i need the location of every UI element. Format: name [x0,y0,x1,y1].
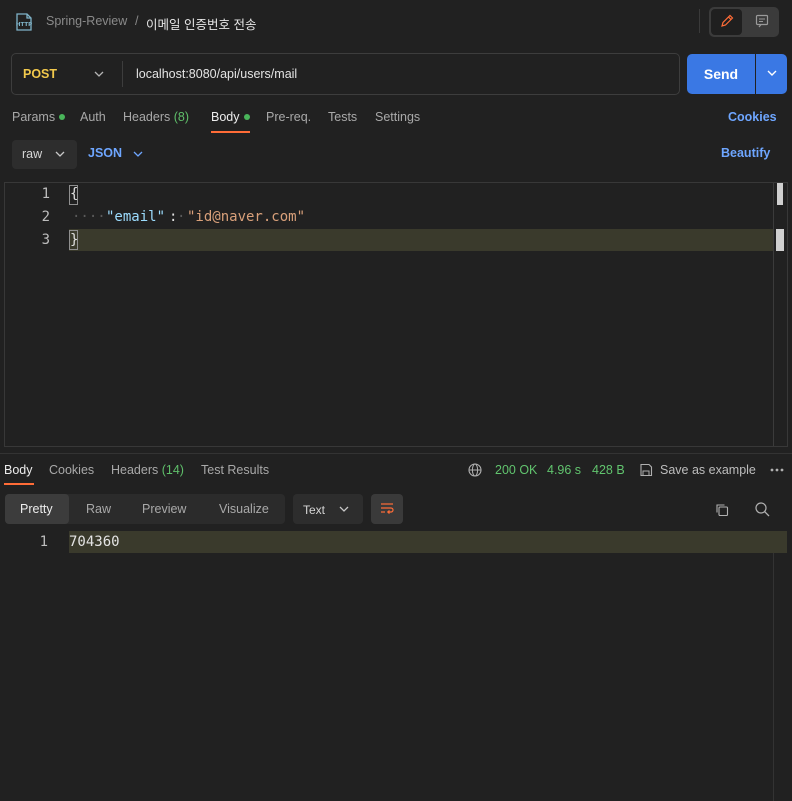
url-divider [122,61,123,87]
line-number: 2 [41,209,50,225]
view-tab-pretty[interactable]: Pretty [20,502,53,516]
request-title[interactable]: 이메일 인증번호 전송 [146,14,256,33]
method-select[interactable]: POST [23,67,57,81]
send-button[interactable]: Send [687,54,755,94]
edit-mode-button[interactable] [711,9,742,35]
line-number: 1 [41,186,50,202]
wrap-lines-icon [379,500,395,519]
scrollbar-cursor-marker [776,229,784,251]
cookies-link[interactable]: Cookies [728,110,777,124]
comment-icon [754,13,770,32]
editor-scrollbar-track [773,183,774,446]
chevron-down-icon[interactable] [93,68,105,83]
chevron-down-icon [338,503,350,518]
response-tab-cookies[interactable]: Cookies [49,463,94,477]
json-key: "email" [106,209,166,225]
format-label: Text [303,503,326,517]
response-tab-headers[interactable]: Headers (14) [111,463,184,477]
pencil-icon [719,13,735,32]
body-mode-label: raw [22,147,43,161]
request-header: HTTP Spring-Review / 이메일 인증번호 전송 [0,0,792,44]
indent-whitespace: ···· [72,209,106,225]
search-icon[interactable] [754,501,771,521]
response-content: 704360 [69,534,120,550]
http-file-icon: HTTP [14,12,34,32]
breadcrumb-collection[interactable]: Spring-Review [46,14,127,28]
view-tab-visualize[interactable]: Visualize [219,502,269,516]
copy-icon[interactable] [714,502,730,521]
url-bar [11,53,680,95]
tab-settings[interactable]: Settings [375,110,420,124]
response-line-number: 1 [39,534,48,550]
active-tab-indicator [211,131,250,133]
response-tab-test-results[interactable]: Test Results [201,463,269,477]
json-value: "id@naver.com" [187,209,306,225]
code-open-brace: { [70,186,79,202]
tab-tests[interactable]: Tests [328,110,357,124]
globe-icon[interactable] [467,462,483,481]
response-divider [0,453,792,454]
chevron-down-icon [54,148,66,163]
chevron-down-icon [766,67,778,82]
line-number: 3 [41,232,50,248]
current-line-highlight [69,229,774,251]
view-tab-raw[interactable]: Raw [86,502,111,516]
breadcrumb-separator: / [135,14,139,28]
tab-body[interactable]: Body [211,110,250,124]
beautify-button[interactable]: Beautify [721,146,770,160]
response-time[interactable]: 4.96 s [547,463,581,477]
tab-params[interactable]: Params [12,110,66,124]
comment-mode-button[interactable] [746,9,777,35]
header-divider [699,9,700,33]
more-options-icon[interactable] [769,462,785,481]
status-code[interactable]: 200 OK [495,463,537,477]
language-select[interactable]: JSON [88,146,122,160]
editor-scrollbar-thumb[interactable] [777,183,783,205]
chevron-down-icon[interactable] [132,148,144,163]
send-options-button[interactable] [756,54,787,94]
body-dot [243,114,250,120]
response-line-highlight [69,531,787,553]
view-tab-preview[interactable]: Preview [142,502,186,516]
save-icon[interactable] [638,462,654,481]
response-size[interactable]: 428 B [592,463,625,477]
params-dot [59,114,66,120]
svg-text:HTTP: HTTP [16,22,32,28]
tab-headers[interactable]: Headers (8) [123,110,189,124]
response-tab-body[interactable]: Body [4,463,33,477]
save-as-example-button[interactable]: Save as example [660,463,756,477]
send-label: Send [703,66,739,82]
wrap-lines-button[interactable] [371,494,403,524]
url-input[interactable]: localhost:8080/api/users/mail [136,67,297,81]
code-close-brace: } [70,232,79,248]
active-response-tab-indicator [4,483,34,485]
tab-pre-request[interactable]: Pre-req. [266,110,311,124]
tab-auth[interactable]: Auth [80,110,106,124]
space-whitespace: · [177,209,186,225]
response-scrollbar-track [773,553,774,801]
